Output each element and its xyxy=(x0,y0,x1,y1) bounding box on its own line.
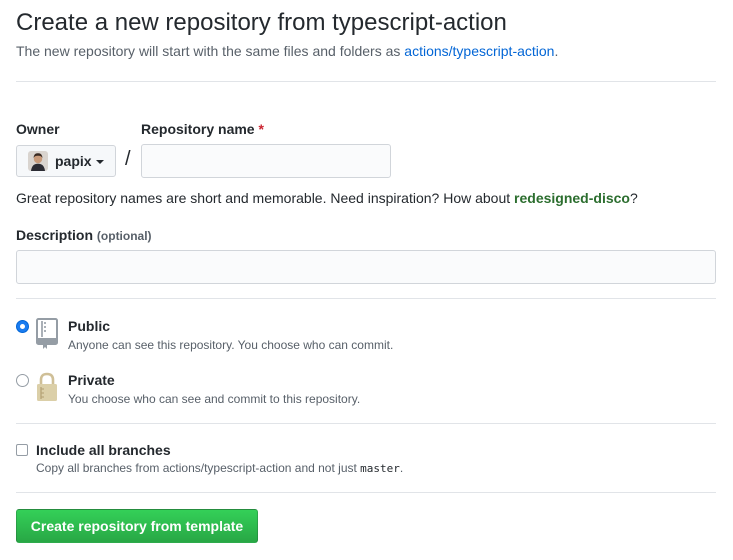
create-repository-button[interactable]: Create repository from template xyxy=(16,509,258,543)
repo-name-hint: Great repository names are short and mem… xyxy=(16,190,638,206)
template-link[interactable]: actions/typescript-action xyxy=(404,43,554,59)
private-radio[interactable] xyxy=(16,374,29,387)
hint-text: Great repository names are short and mem… xyxy=(16,190,515,206)
private-label[interactable]: Private xyxy=(68,372,115,388)
owner-value: papix xyxy=(55,153,92,169)
page-title: Create a new repository from typescript-… xyxy=(16,9,507,36)
include-branches-label[interactable]: Include all branches xyxy=(36,442,171,458)
hint-end: ? xyxy=(629,190,638,206)
description-input[interactable] xyxy=(16,250,716,284)
owner-label: Owner xyxy=(16,121,60,137)
public-label[interactable]: Public xyxy=(68,318,110,334)
repo-name-label-text: Repository name xyxy=(141,121,255,137)
owner-repo-separator: / xyxy=(125,148,131,170)
divider xyxy=(16,298,716,299)
include-branches-checkbox[interactable] xyxy=(16,444,28,456)
description-label: Description (optional) xyxy=(16,227,152,243)
required-marker: * xyxy=(258,121,264,137)
include-branches-note: Copy all branches from actions/typescrip… xyxy=(36,461,403,475)
default-branch-code: master xyxy=(360,462,400,475)
subtitle-prefix: The new repository will start with the s… xyxy=(16,43,405,59)
description-label-text: Description xyxy=(16,227,94,243)
subtitle-suffix: . xyxy=(554,43,559,59)
page-subtitle: The new repository will start with the s… xyxy=(16,43,558,59)
branches-note-prefix: Copy all branches from actions/typescrip… xyxy=(36,461,361,475)
divider xyxy=(16,492,716,493)
divider xyxy=(16,81,716,82)
lock-icon xyxy=(35,371,59,408)
name-suggestion[interactable]: redesigned-disco xyxy=(514,190,630,206)
divider xyxy=(16,423,716,424)
public-note: Anyone can see this repository. You choo… xyxy=(68,338,394,352)
avatar xyxy=(28,151,48,171)
repo-name-input[interactable] xyxy=(141,144,391,178)
repo-book-icon xyxy=(35,318,59,355)
private-note: You choose who can see and commit to thi… xyxy=(68,392,361,406)
owner-dropdown[interactable]: papix xyxy=(16,145,116,177)
branches-note-suffix: . xyxy=(399,461,404,475)
chevron-down-icon xyxy=(95,160,104,164)
public-radio[interactable] xyxy=(16,320,29,333)
repo-name-label: Repository name * xyxy=(141,121,264,137)
optional-note: (optional) xyxy=(96,229,152,243)
